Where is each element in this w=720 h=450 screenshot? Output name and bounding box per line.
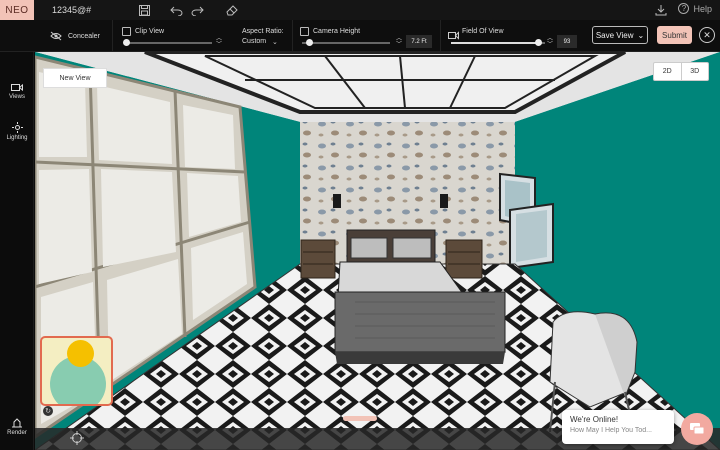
save-icon[interactable] [137, 3, 151, 17]
aspect-ratio-label: Aspect Ratio: [242, 28, 284, 35]
chat-icon[interactable] [681, 413, 713, 445]
camera-height-stepper[interactable]: ︿ ﹀ [395, 36, 403, 48]
concealer-icon[interactable] [50, 28, 62, 46]
field-of-view-slider-knob[interactable] [535, 39, 543, 46]
minimap-light-marker[interactable] [67, 340, 94, 367]
project-name[interactable]: 12345@# [52, 5, 91, 15]
save-view-button[interactable]: Save View ⌄ [592, 26, 648, 44]
sidebar-item-label: Lighting [6, 135, 28, 141]
room-render [35, 52, 720, 450]
chat-subtitle: How May I Help You Tod... [570, 427, 652, 434]
view-tab-new-view[interactable]: New View [43, 68, 107, 88]
mode-3d-button[interactable]: 3D [682, 63, 709, 80]
sun-icon [11, 122, 23, 133]
mode-2d-button[interactable]: 2D [654, 63, 682, 80]
top-bar: NEO 12345@# ? Help [0, 0, 720, 20]
minimap[interactable] [40, 336, 113, 406]
camera-height-slider-knob[interactable] [306, 39, 314, 46]
view-toolbar: Concealer Clip View ︿ ﹀ Aspect Ratio: Cus… [0, 20, 720, 52]
chat-title: We're Online! [570, 415, 619, 424]
dimension-toggle: 2D 3D [653, 62, 709, 81]
clip-view-stepper[interactable]: ︿ ﹀ [215, 36, 223, 48]
camera-icon [11, 83, 23, 92]
crosshair-icon[interactable] [70, 431, 84, 445]
camera-height-slider[interactable] [302, 42, 390, 44]
sidebar-item-label: Views [9, 94, 25, 100]
render-label: Render [7, 430, 27, 436]
clip-view-slider-knob[interactable] [122, 39, 130, 46]
sidebar-item-views[interactable]: Views [0, 82, 34, 100]
field-of-view-label: Field Of View [462, 28, 504, 35]
camera-height-value[interactable]: 7.2 Ft [406, 35, 432, 48]
concealer-label[interactable]: Concealer [68, 33, 100, 40]
render-icon [12, 418, 22, 428]
help-icon: ? [678, 3, 690, 14]
save-view-label: Save View [595, 30, 634, 40]
chevron-down-icon[interactable]: ⌄ [272, 38, 278, 46]
3d-viewport[interactable] [35, 52, 720, 450]
download-icon[interactable] [654, 3, 668, 17]
app-window: NEO 12345@# ? Help Concealer Clip View ︿… [0, 0, 720, 450]
camera-height-icon [300, 27, 309, 36]
clip-view-label: Clip View [135, 28, 165, 35]
clip-view-icon [122, 27, 131, 36]
sidebar-item-render[interactable]: Render [0, 418, 34, 436]
eraser-icon[interactable] [225, 3, 239, 17]
clip-view-slider[interactable] [124, 42, 212, 44]
redo-icon[interactable] [190, 3, 204, 17]
sidebar: Views Lighting [0, 52, 34, 450]
help-label: Help [693, 3, 712, 14]
chat-popup[interactable]: We're Online! How May I Help You Tod... [562, 410, 674, 444]
rotate-icon[interactable]: ↻ [43, 406, 53, 416]
undo-icon[interactable] [169, 3, 183, 17]
camera-height-label: Camera Height [313, 28, 361, 35]
close-icon[interactable]: ✕ [699, 27, 715, 43]
field-of-view-value[interactable]: 93 [557, 35, 577, 48]
field-of-view-slider-fill [451, 42, 539, 44]
aspect-ratio-select[interactable]: Custom [242, 38, 266, 45]
field-of-view-stepper[interactable]: ︿ ﹀ [546, 36, 554, 48]
drawer-handle[interactable] [343, 416, 377, 421]
brand-logo: NEO [0, 0, 34, 20]
sidebar-item-lighting[interactable]: Lighting [0, 122, 34, 141]
submit-button[interactable]: Submit [657, 26, 692, 44]
chevron-down-icon: ⌄ [637, 30, 645, 40]
help-button[interactable]: ? Help [678, 3, 712, 14]
